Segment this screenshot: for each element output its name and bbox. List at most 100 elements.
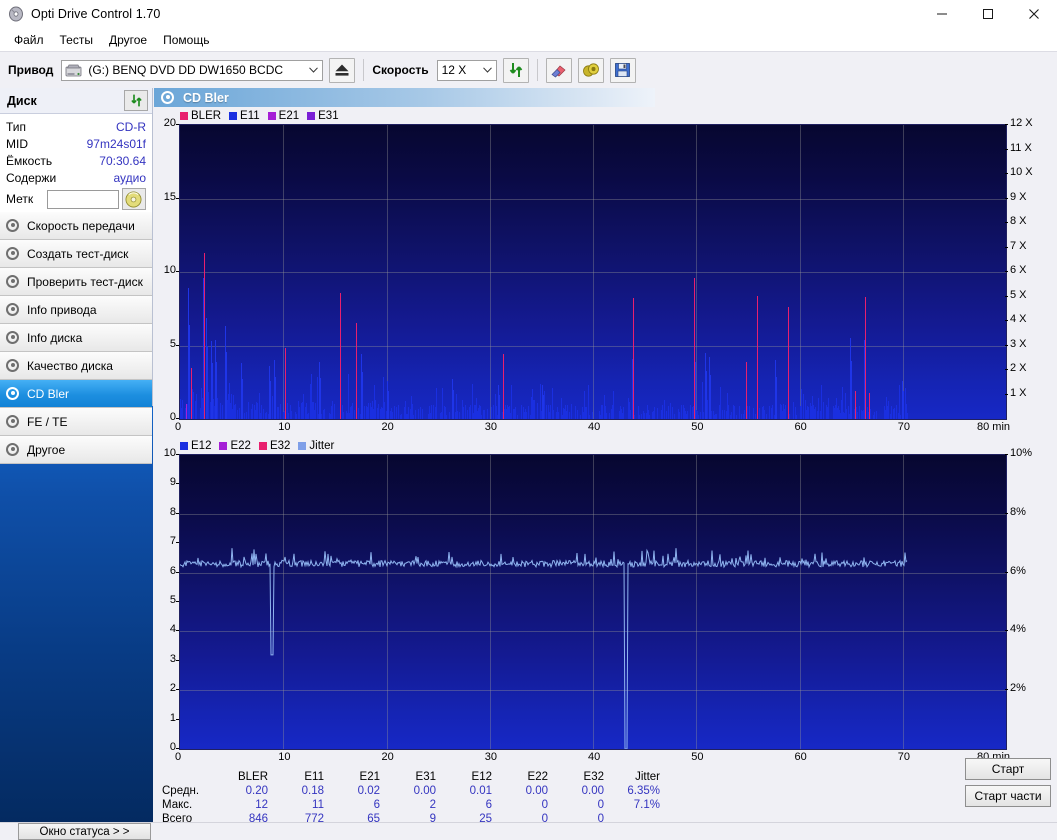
bar [222, 405, 223, 419]
bar [398, 404, 399, 419]
refresh-button[interactable] [502, 57, 529, 83]
disc-refresh-button[interactable] [124, 90, 148, 111]
bar [358, 408, 359, 419]
sidebar: Диск Тип CD-R MID 97m24s01f Ёмкость 70:3… [0, 88, 153, 824]
x-axis-tick-label: 70 [897, 751, 910, 763]
bar [700, 412, 701, 419]
sidebar-item-disc-info[interactable]: Info диска [0, 324, 152, 352]
cd-bler-error-chart: BLER E11 E21 E31 051015201 X2 X3 X4 [154, 110, 1057, 440]
axis-tick [1005, 247, 1008, 248]
maximize-button[interactable] [965, 0, 1011, 28]
bar [793, 402, 794, 419]
erase-button[interactable] [545, 57, 572, 83]
sidebar-item-fe-te[interactable]: FE / TE [0, 408, 152, 436]
axis-tick [1005, 394, 1008, 395]
sidebar-item-check-test-disc[interactable]: Проверить тест-диск [0, 268, 152, 296]
save-button[interactable] [609, 57, 636, 83]
panel-title: CD Bler [183, 90, 229, 105]
chevron-down-icon[interactable] [305, 61, 322, 80]
bar [602, 404, 603, 419]
status-window-button[interactable]: Окно статуса > > [18, 823, 151, 840]
bar [216, 361, 217, 419]
legend-item-e22: E22 [219, 440, 251, 452]
stats-cell: 0.18 [301, 785, 324, 797]
bar [633, 298, 634, 419]
bar [639, 414, 640, 419]
disc-label-button[interactable] [121, 188, 146, 210]
bar [503, 354, 504, 419]
bar [324, 409, 325, 419]
sidebar-item-label: Скорость передачи [27, 218, 135, 233]
legend-item-bler: BLER [180, 110, 221, 122]
bar [317, 377, 318, 419]
axis-tick [1005, 296, 1008, 297]
stats-corner [156, 770, 212, 784]
bar [776, 376, 777, 419]
start-button[interactable]: Старт [965, 758, 1051, 780]
bar [308, 412, 309, 419]
bar [239, 407, 240, 419]
disc-info-row: Тип CD-R [6, 118, 146, 135]
sidebar-item-label: Info привода [27, 302, 97, 317]
bar [546, 405, 547, 419]
bar [436, 387, 437, 419]
bar [575, 406, 576, 419]
bar [394, 406, 395, 419]
sidebar-item-other[interactable]: Другое [0, 436, 152, 464]
close-button[interactable] [1011, 0, 1057, 28]
bar [589, 414, 590, 419]
bar [418, 408, 419, 419]
disc-label-input[interactable] [46, 189, 119, 209]
stats-cell: 0.02 [357, 785, 380, 797]
drive-select[interactable]: (G:) BENQ DVD DD DW1650 BCDC [61, 59, 324, 81]
bar [818, 397, 819, 419]
y-axis-tick-label: 20 [163, 117, 176, 129]
menu-item-other[interactable]: Другое [101, 30, 155, 50]
bar [710, 374, 711, 419]
y2-axis-tick-label: 8 X [1010, 215, 1027, 227]
bar [894, 408, 895, 419]
bar [577, 409, 578, 419]
y-axis-tick-label: 8 [169, 505, 176, 518]
speed-select[interactable]: 12 X [436, 59, 497, 81]
coins-button[interactable] [577, 57, 604, 83]
y2-axis-tick-label: 10% [1010, 447, 1033, 459]
bar [303, 393, 304, 419]
bar [567, 404, 568, 419]
cd-disc-icon [6, 442, 20, 457]
menu-bar: Файл Тесты Другое Помощь [0, 28, 1057, 51]
menu-item-help[interactable]: Помощь [155, 30, 217, 50]
y-axis-tick-label: 5 [169, 337, 176, 350]
axis-tick [176, 513, 179, 514]
bar [695, 361, 696, 419]
bar [332, 401, 333, 419]
bar [666, 410, 667, 419]
chevron-down-icon[interactable] [479, 61, 496, 80]
sidebar-item-disc-quality[interactable]: Качество диска [0, 352, 152, 380]
start-part-button[interactable]: Старт части [965, 785, 1051, 807]
bar [672, 407, 673, 419]
sidebar-item-cd-bler[interactable]: CD Bler [0, 380, 152, 408]
bar [641, 413, 642, 419]
bar [364, 405, 365, 419]
chart-top-legend: BLER E11 E21 E31 [180, 110, 344, 122]
menu-item-tests[interactable]: Тесты [52, 30, 101, 50]
sidebar-item-transfer-rate[interactable]: Скорость передачи [0, 212, 152, 240]
stats-col-e21: E21 [359, 771, 380, 783]
menu-item-file[interactable]: Файл [6, 30, 52, 50]
status-bar: Окно статуса > > [0, 822, 1057, 840]
sidebar-item-create-test-disc[interactable]: Создать тест-диск [0, 240, 152, 268]
bar [449, 411, 450, 419]
stats-row-label: Макс. [162, 799, 193, 811]
application-window: Opti Drive Control 1.70 Файл Тесты Друго… [0, 0, 1057, 840]
cd-disc-icon [6, 274, 20, 289]
x-axis-tick-label: 10 [278, 751, 291, 763]
bar [244, 412, 245, 419]
disc-type-label: Тип [6, 119, 27, 134]
eject-button[interactable] [329, 57, 356, 83]
sidebar-item-drive-info[interactable]: Info привода [0, 296, 152, 324]
bar [193, 391, 194, 419]
minimize-button[interactable] [919, 0, 965, 28]
bar [662, 405, 663, 419]
chart-bottom-legend: E12 E22 E32 Jitter [180, 440, 339, 452]
